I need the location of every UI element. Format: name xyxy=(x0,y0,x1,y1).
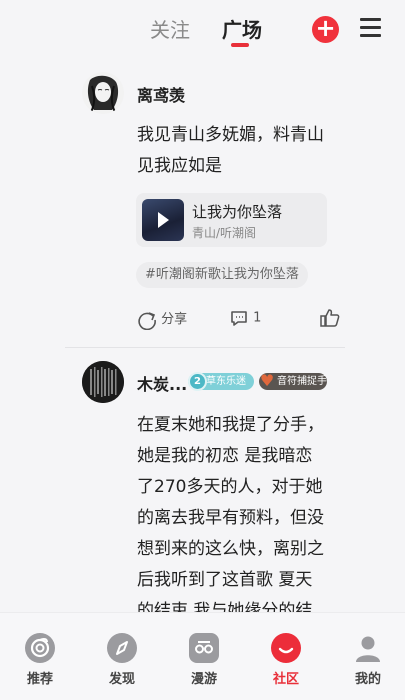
avatar[interactable] xyxy=(82,361,124,403)
post-text-line: 见我应如是 xyxy=(137,156,222,176)
tab-square[interactable]: 广场 xyxy=(222,14,262,43)
music-card[interactable]: 让我为你坠落 青山/听潮阁 xyxy=(136,193,327,247)
avatar[interactable] xyxy=(82,72,124,114)
tab-discover[interactable]: 发现 xyxy=(92,633,152,687)
like-button[interactable] xyxy=(319,308,341,328)
tab-recommend[interactable]: 推荐 xyxy=(10,633,70,687)
roam-icon xyxy=(189,633,219,663)
post-text-line: 后我听到了这首歌 夏天 xyxy=(137,570,313,590)
post-text-line: 的离去我早有预料，但没 xyxy=(137,508,324,528)
feed[interactable]: 离鸢羡 我见青山多妩媚，料青山 见我应如是 让我为你坠落 青山/听潮阁 #听潮阁… xyxy=(0,60,405,612)
tab-profile[interactable]: 我的 xyxy=(338,633,398,687)
post-text-line: 在夏末她和我提了分手， xyxy=(137,415,324,435)
song-artist: 青山/听潮阁 xyxy=(192,226,257,240)
post-text: 我见青山多妩媚，料青山 见我应如是 xyxy=(137,120,337,182)
tab-follow[interactable]: 关注 xyxy=(150,14,190,43)
share-button[interactable]: 分享 xyxy=(137,308,187,330)
add-post-button[interactable]: + xyxy=(312,16,339,43)
share-label: 分享 xyxy=(161,312,188,327)
comment-count: 1 xyxy=(253,310,262,326)
badge-label: 草东乐迷 xyxy=(206,376,246,387)
tab-label: 我的 xyxy=(354,672,381,687)
post-text: 在夏末她和我提了分手， 她是我的初恋 是我暗恋 了270多天的人，对于她 的离去… xyxy=(137,410,342,612)
divider xyxy=(65,347,345,348)
comment-icon xyxy=(231,311,247,326)
play-icon[interactable] xyxy=(158,212,169,228)
badge-level: 2 xyxy=(188,372,207,391)
active-tab-indicator xyxy=(231,43,249,47)
like-icon xyxy=(320,309,340,327)
tab-label: 推荐 xyxy=(26,672,53,687)
post-text-line: 想到来的这么快，离别之 xyxy=(137,539,324,559)
achievement-badge[interactable]: ♥ 音符捕捉手 xyxy=(259,371,327,390)
post-text-line: 了270多天的人，对于她 xyxy=(137,477,323,497)
comment-button[interactable]: 1 xyxy=(229,308,261,328)
community-icon xyxy=(271,633,301,663)
fan-badge[interactable]: 2 草东乐迷 xyxy=(188,372,254,391)
song-title: 让我为你坠落 xyxy=(192,203,283,221)
album-cover[interactable] xyxy=(142,199,184,241)
tab-label: 发现 xyxy=(108,672,135,687)
compass-icon xyxy=(107,633,137,663)
tab-label: 社区 xyxy=(272,672,299,687)
heart-icon: ♥ xyxy=(259,371,275,390)
top-header: 关注 广场 + xyxy=(0,0,405,60)
post-text-line: 她是我的初恋 是我暗恋 xyxy=(137,446,313,466)
post-text-line: 的结束 我与她缘分的结 xyxy=(137,601,313,612)
menu-icon[interactable] xyxy=(360,18,381,38)
post-text-line: 我见青山多妩媚，料青山 xyxy=(137,125,324,145)
post-actions: 分享 1 xyxy=(137,308,343,330)
recommend-icon xyxy=(25,633,55,663)
username[interactable]: 木炭... xyxy=(137,371,187,395)
share-icon xyxy=(138,311,156,330)
topic-tag[interactable]: #听潮阁新歌让我为你坠落 xyxy=(136,262,308,288)
tab-community[interactable]: 社区 xyxy=(256,633,316,687)
bottom-tab-bar: 推荐 发现 漫游 社区 我的 xyxy=(0,612,405,700)
tab-roam[interactable]: 漫游 xyxy=(174,633,234,687)
username[interactable]: 离鸢羡 xyxy=(137,82,185,106)
badge-label: 音符捕捉手 xyxy=(277,376,327,387)
profile-icon xyxy=(353,633,383,663)
tab-label: 漫游 xyxy=(190,672,217,687)
